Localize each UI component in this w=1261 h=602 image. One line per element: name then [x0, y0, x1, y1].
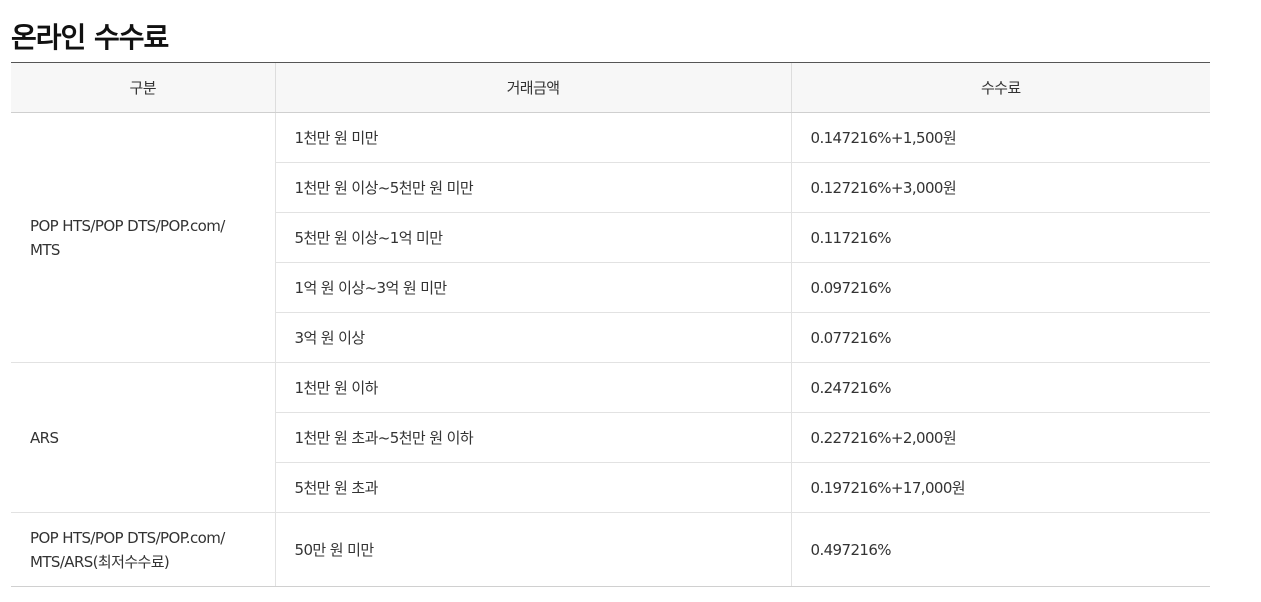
- fee-cell: 0.147216%+1,500원: [790, 112, 1210, 163]
- fee-cell: 0.097216%: [790, 262, 1210, 313]
- fee-cell: 0.077216%: [790, 312, 1210, 363]
- group-name-line: POP HTS/POP DTS/POP.com/: [30, 216, 225, 235]
- amount-cell: 5천만 원 이상~1억 미만: [274, 212, 791, 263]
- fee-cell: 0.227216%+2,000원: [790, 412, 1210, 463]
- table-header-row: 구분 거래금액 수수료: [11, 62, 1210, 113]
- amount-cell: 1천만 원 이상~5천만 원 미만: [274, 162, 791, 213]
- amount-cell: 1천만 원 미만: [274, 112, 791, 163]
- group-name-minimum: POP HTS/POP DTS/POP.com/ MTS/ARS(최저수수료): [11, 512, 275, 587]
- fee-cell: 0.497216%: [790, 512, 1210, 587]
- header-amount: 거래금액: [274, 62, 791, 113]
- fee-cell: 0.197216%+17,000원: [790, 462, 1210, 513]
- table-row: POP HTS/POP DTS/POP.com/ MTS/ARS(최저수수료) …: [11, 512, 1210, 587]
- fee-cell: 0.247216%: [790, 362, 1210, 413]
- amount-cell: 1천만 원 이하: [274, 362, 791, 413]
- group-name-line: MTS/ARS(최저수수료): [30, 552, 170, 571]
- amount-cell: 1억 원 이상~3억 원 미만: [274, 262, 791, 313]
- amount-cell: 1천만 원 초과~5천만 원 이하: [274, 412, 791, 463]
- amount-cell: 3억 원 이상: [274, 312, 791, 363]
- fee-table: 구분 거래금액 수수료 POP HTS/POP DTS/POP.com/ MTS…: [11, 62, 1210, 587]
- fee-cell: 0.127216%+3,000원: [790, 162, 1210, 213]
- group-name-line: ARS: [30, 428, 59, 447]
- header-category: 구분: [11, 62, 275, 113]
- amount-cell: 5천만 원 초과: [274, 462, 791, 513]
- group-name-ars: ARS: [11, 362, 275, 513]
- group-name-line: POP HTS/POP DTS/POP.com/: [30, 528, 225, 547]
- table-row: POP HTS/POP DTS/POP.com/ MTS 1천만 원 미만 0.…: [11, 112, 1210, 363]
- table-row: ARS 1천만 원 이하 0.247216%: [11, 362, 1210, 513]
- header-fee: 수수료: [790, 62, 1210, 113]
- group-name-line: MTS: [30, 240, 60, 259]
- page-title: 온라인 수수료: [11, 21, 169, 54]
- group-name-online: POP HTS/POP DTS/POP.com/ MTS: [11, 112, 275, 363]
- amount-cell: 50만 원 미만: [274, 512, 791, 587]
- fee-cell: 0.117216%: [790, 212, 1210, 263]
